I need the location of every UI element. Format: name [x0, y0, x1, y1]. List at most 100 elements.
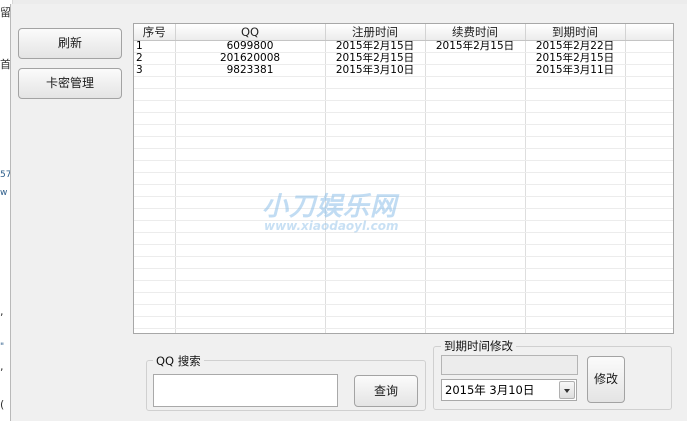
expiry-date-picker[interactable]: 2015年 3月10日: [441, 379, 577, 401]
table-cell: [175, 256, 326, 269]
table-cell: [175, 124, 326, 137]
table-cell: [325, 76, 426, 89]
table-cell: [134, 292, 176, 305]
table-cell: [625, 244, 673, 257]
table-cell: 2: [134, 52, 176, 65]
table-cell: [325, 304, 426, 317]
table-cell: 2015年2月15日: [525, 52, 626, 65]
table-cell: [525, 292, 626, 305]
table-body: 1 6099800 2015年2月15日 2015年2月15日 2015年2月22日 2 2…: [134, 40, 673, 333]
table-cell: [525, 280, 626, 293]
table-cell: [525, 268, 626, 281]
table-cell: [175, 112, 326, 125]
table-row-empty: [134, 76, 673, 89]
table-cell: [175, 268, 326, 281]
table-row-empty: [134, 136, 673, 149]
table-cell: [325, 196, 426, 209]
table-cell: [425, 208, 526, 221]
column-header[interactable]: [625, 24, 673, 41]
table-cell: [175, 232, 326, 245]
table-cell: [134, 112, 176, 125]
table-row[interactable]: 2 201620008 2015年2月15日 2015年2月15日: [134, 52, 673, 65]
table-cell: [134, 100, 176, 113]
background-text: ,: [0, 305, 4, 318]
table-row-empty: [134, 268, 673, 281]
table-cell: [525, 256, 626, 269]
table-cell: [175, 292, 326, 305]
table-cell: [425, 160, 526, 173]
table-cell: 2015年2月15日: [425, 40, 526, 53]
table-cell: [134, 136, 176, 149]
table-row-empty: [134, 328, 673, 333]
column-header[interactable]: 注册时间: [325, 24, 426, 41]
table-cell: [325, 112, 426, 125]
column-header[interactable]: QQ: [175, 24, 326, 41]
table-cell: [175, 148, 326, 161]
table-cell: [325, 256, 426, 269]
refresh-button[interactable]: 刷新: [18, 28, 122, 59]
table-cell: [325, 88, 426, 101]
table-cell: 6099800: [175, 40, 326, 53]
table-cell: [134, 124, 176, 137]
table-cell: [625, 196, 673, 209]
table-cell: [325, 220, 426, 233]
table-cell: [175, 304, 326, 317]
table-cell: [625, 40, 673, 53]
table-cell: [325, 292, 426, 305]
table-cell: [625, 220, 673, 233]
card-management-button[interactable]: 卡密管理: [18, 68, 122, 99]
table-cell: [625, 76, 673, 89]
background-text: ": [0, 342, 5, 352]
table-row-empty: [134, 220, 673, 233]
table-cell: [134, 76, 176, 89]
table-cell: [425, 304, 526, 317]
table-cell: [175, 100, 326, 113]
table-cell: [425, 196, 526, 209]
table-cell: [625, 160, 673, 173]
table-cell: [425, 172, 526, 185]
table-cell: [325, 232, 426, 245]
table-cell: [134, 304, 176, 317]
table-cell: [625, 292, 673, 305]
table-row-empty: [134, 232, 673, 245]
table-cell: [425, 148, 526, 161]
table-cell: [134, 184, 176, 197]
table-row[interactable]: 1 6099800 2015年2月15日 2015年2月15日 2015年2月22日: [134, 40, 673, 53]
table-cell: [425, 268, 526, 281]
expiry-display-field: [441, 355, 578, 375]
table-cell: [175, 136, 326, 149]
user-table[interactable]: 序号 QQ 注册时间 续费时间 到期时间 1 6099800 2015年2月15日 2015年…: [133, 23, 674, 334]
table-row-empty: [134, 292, 673, 305]
modify-button[interactable]: 修改: [587, 356, 625, 403]
table-cell: [625, 184, 673, 197]
table-cell: [625, 52, 673, 65]
table-cell: 2015年2月15日: [325, 52, 426, 65]
table-cell: [525, 232, 626, 245]
table-cell: [134, 160, 176, 173]
table-row[interactable]: 3 9823381 2015年3月10日 2015年3月11日: [134, 64, 673, 77]
chevron-down-icon[interactable]: [559, 381, 575, 399]
table-cell: [425, 280, 526, 293]
column-header[interactable]: 序号: [134, 24, 176, 41]
table-cell: [625, 112, 673, 125]
table-cell: [625, 256, 673, 269]
query-button[interactable]: 查询: [354, 375, 418, 407]
table-cell: [175, 328, 326, 333]
table-cell: [625, 280, 673, 293]
table-cell: [525, 136, 626, 149]
table-cell: 9823381: [175, 64, 326, 77]
table-cell: [525, 100, 626, 113]
table-cell: [425, 112, 526, 125]
column-header[interactable]: 到期时间: [525, 24, 626, 41]
table-cell: 2015年3月11日: [525, 64, 626, 77]
table-cell: [625, 64, 673, 77]
table-row-empty: [134, 316, 673, 329]
background-text: (: [0, 398, 5, 411]
table-cell: [175, 220, 326, 233]
table-cell: [325, 280, 426, 293]
table-cell: [325, 124, 426, 137]
qq-search-input[interactable]: [153, 374, 338, 407]
table-cell: [134, 280, 176, 293]
table-cell: [175, 208, 326, 221]
column-header[interactable]: 续费时间: [425, 24, 526, 41]
